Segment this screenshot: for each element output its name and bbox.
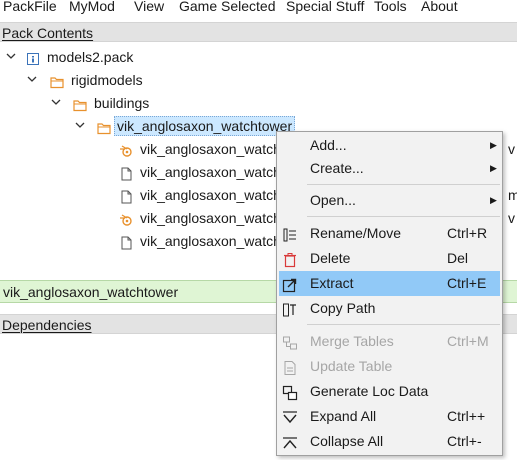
menu-item-copy-path[interactable]: Copy Path bbox=[279, 296, 500, 321]
submenu-arrow-icon: ▶ bbox=[490, 195, 497, 205]
extract-icon bbox=[282, 276, 298, 293]
tree-overflow-text: v bbox=[508, 210, 515, 226]
tree-row-file[interactable]: vik_anglosaxon_watch bbox=[0, 138, 281, 160]
pack-contents-header: Pack Contents bbox=[0, 22, 517, 42]
tree-label-root: models2.pack bbox=[47, 49, 134, 65]
pack-contents-title: Pack Contents bbox=[2, 25, 94, 41]
menu-item-generate-loc[interactable]: Generate Loc Data bbox=[279, 379, 500, 404]
update-icon bbox=[282, 359, 298, 375]
menu-tools[interactable]: Tools bbox=[374, 0, 407, 15]
menu-item-create[interactable]: Create... ▶ bbox=[279, 156, 500, 181]
menu-item-shortcut: Ctrl+E bbox=[447, 275, 487, 291]
tree-label-buildings: buildings bbox=[94, 95, 150, 111]
tree-row-file[interactable]: vik_anglosaxon_watch bbox=[0, 161, 281, 183]
menu-view[interactable]: View bbox=[134, 0, 164, 15]
folder-icon bbox=[97, 119, 111, 135]
tree-label-file: vik_anglosaxon_watch bbox=[140, 233, 281, 249]
tree-label-file: vik_anglosaxon_watch bbox=[140, 210, 281, 226]
menu-item-open[interactable]: Open... ▶ bbox=[279, 188, 500, 213]
tree-overflow-text: v bbox=[508, 141, 515, 157]
menu-item-add[interactable]: Add... ▶ bbox=[279, 133, 500, 158]
menu-item-label: Open... bbox=[310, 192, 356, 208]
chevron-down-icon[interactable] bbox=[27, 69, 39, 91]
generate-icon bbox=[282, 384, 298, 401]
expand-icon bbox=[282, 409, 298, 425]
menu-mymod[interactable]: MyMod bbox=[69, 0, 115, 15]
folder-icon bbox=[50, 73, 64, 89]
copy-path-icon bbox=[282, 301, 298, 317]
rename-icon bbox=[282, 226, 298, 242]
dependencies-title: Dependencies bbox=[2, 317, 92, 333]
tree-label-watchtower: vik_anglosaxon_watchtower bbox=[114, 116, 296, 136]
chevron-down-icon[interactable] bbox=[51, 92, 63, 114]
folder-icon bbox=[73, 96, 87, 112]
menu-item-shortcut: Ctrl+M bbox=[447, 333, 489, 349]
menu-separator bbox=[307, 324, 500, 325]
pack-file-icon bbox=[26, 50, 40, 65]
menu-item-rename[interactable]: Rename/Move Ctrl+R bbox=[279, 221, 500, 246]
menu-item-label: Generate Loc Data bbox=[310, 383, 429, 399]
tree-overflow-text: m bbox=[508, 187, 517, 203]
menu-item-expand-all[interactable]: Expand All Ctrl++ bbox=[279, 404, 500, 429]
menu-item-label: Expand All bbox=[310, 408, 377, 424]
delete-icon bbox=[282, 251, 298, 268]
chevron-down-icon[interactable] bbox=[75, 115, 87, 137]
menu-packfile[interactable]: PackFile bbox=[3, 0, 57, 15]
blender-icon bbox=[119, 142, 133, 157]
file-icon bbox=[119, 188, 133, 204]
blender-icon bbox=[119, 211, 133, 226]
menu-about[interactable]: About bbox=[421, 0, 458, 15]
menu-item-label: Merge Tables bbox=[310, 333, 394, 349]
tree-label-file: vik_anglosaxon_watch bbox=[140, 187, 281, 203]
menu-item-label: Update Table bbox=[310, 358, 393, 374]
menu-item-delete[interactable]: Delete Del bbox=[279, 246, 500, 271]
context-menu: Add... ▶ Create... ▶ Open... ▶ Rename/Mo… bbox=[276, 131, 503, 456]
merge-icon bbox=[282, 334, 298, 350]
menu-item-label: Add... bbox=[310, 137, 347, 153]
menu-item-merge-tables[interactable]: Merge Tables Ctrl+M bbox=[279, 329, 500, 354]
submenu-arrow-icon: ▶ bbox=[490, 163, 497, 173]
menu-special-stuff[interactable]: Special Stuff bbox=[286, 0, 364, 15]
menu-item-collapse-all[interactable]: Collapse All Ctrl+- bbox=[279, 429, 500, 454]
menu-item-shortcut: Ctrl+R bbox=[447, 225, 488, 241]
tree-label-rigidmodels: rigidmodels bbox=[71, 72, 143, 88]
tree-row-file[interactable]: vik_anglosaxon_watch bbox=[0, 184, 281, 206]
menu-item-shortcut: Ctrl++ bbox=[447, 408, 486, 424]
tree-row-rigidmodels[interactable]: rigidmodels bbox=[0, 69, 517, 91]
menu-item-label: Extract bbox=[310, 275, 354, 291]
menu-item-label: Delete bbox=[310, 250, 351, 266]
file-icon bbox=[119, 234, 133, 250]
menu-item-extract[interactable]: Extract Ctrl+E bbox=[279, 271, 500, 296]
menu-item-label: Create... bbox=[310, 160, 364, 176]
tree-row-root[interactable]: models2.pack bbox=[0, 46, 517, 68]
path-text: vik_anglosaxon_watchtower bbox=[3, 284, 179, 300]
submenu-arrow-icon: ▶ bbox=[490, 140, 497, 150]
chevron-down-icon[interactable] bbox=[6, 46, 18, 68]
tree-row-buildings[interactable]: buildings bbox=[0, 92, 517, 114]
file-icon bbox=[119, 165, 133, 181]
menu-item-label: Collapse All bbox=[310, 433, 384, 449]
tree-label-file: vik_anglosaxon_watch bbox=[140, 164, 281, 180]
tree-row-file[interactable]: vik_anglosaxon_watch bbox=[0, 230, 281, 252]
menu-item-label: Copy Path bbox=[310, 300, 376, 316]
tree-row-file[interactable]: vik_anglosaxon_watch bbox=[0, 207, 281, 229]
menu-item-shortcut: Ctrl+- bbox=[447, 433, 482, 449]
collapse-icon bbox=[282, 434, 298, 450]
menu-item-label: Rename/Move bbox=[310, 225, 402, 241]
menu-item-update-table[interactable]: Update Table bbox=[279, 354, 500, 379]
menu-separator bbox=[307, 184, 500, 185]
menu-game-selected[interactable]: Game Selected bbox=[179, 0, 276, 15]
tree-label-file: vik_anglosaxon_watch bbox=[140, 141, 281, 157]
menu-separator bbox=[307, 216, 500, 217]
menu-bar: PackFile MyMod View Game Selected Specia… bbox=[0, 0, 517, 16]
menu-item-shortcut: Del bbox=[447, 250, 469, 266]
